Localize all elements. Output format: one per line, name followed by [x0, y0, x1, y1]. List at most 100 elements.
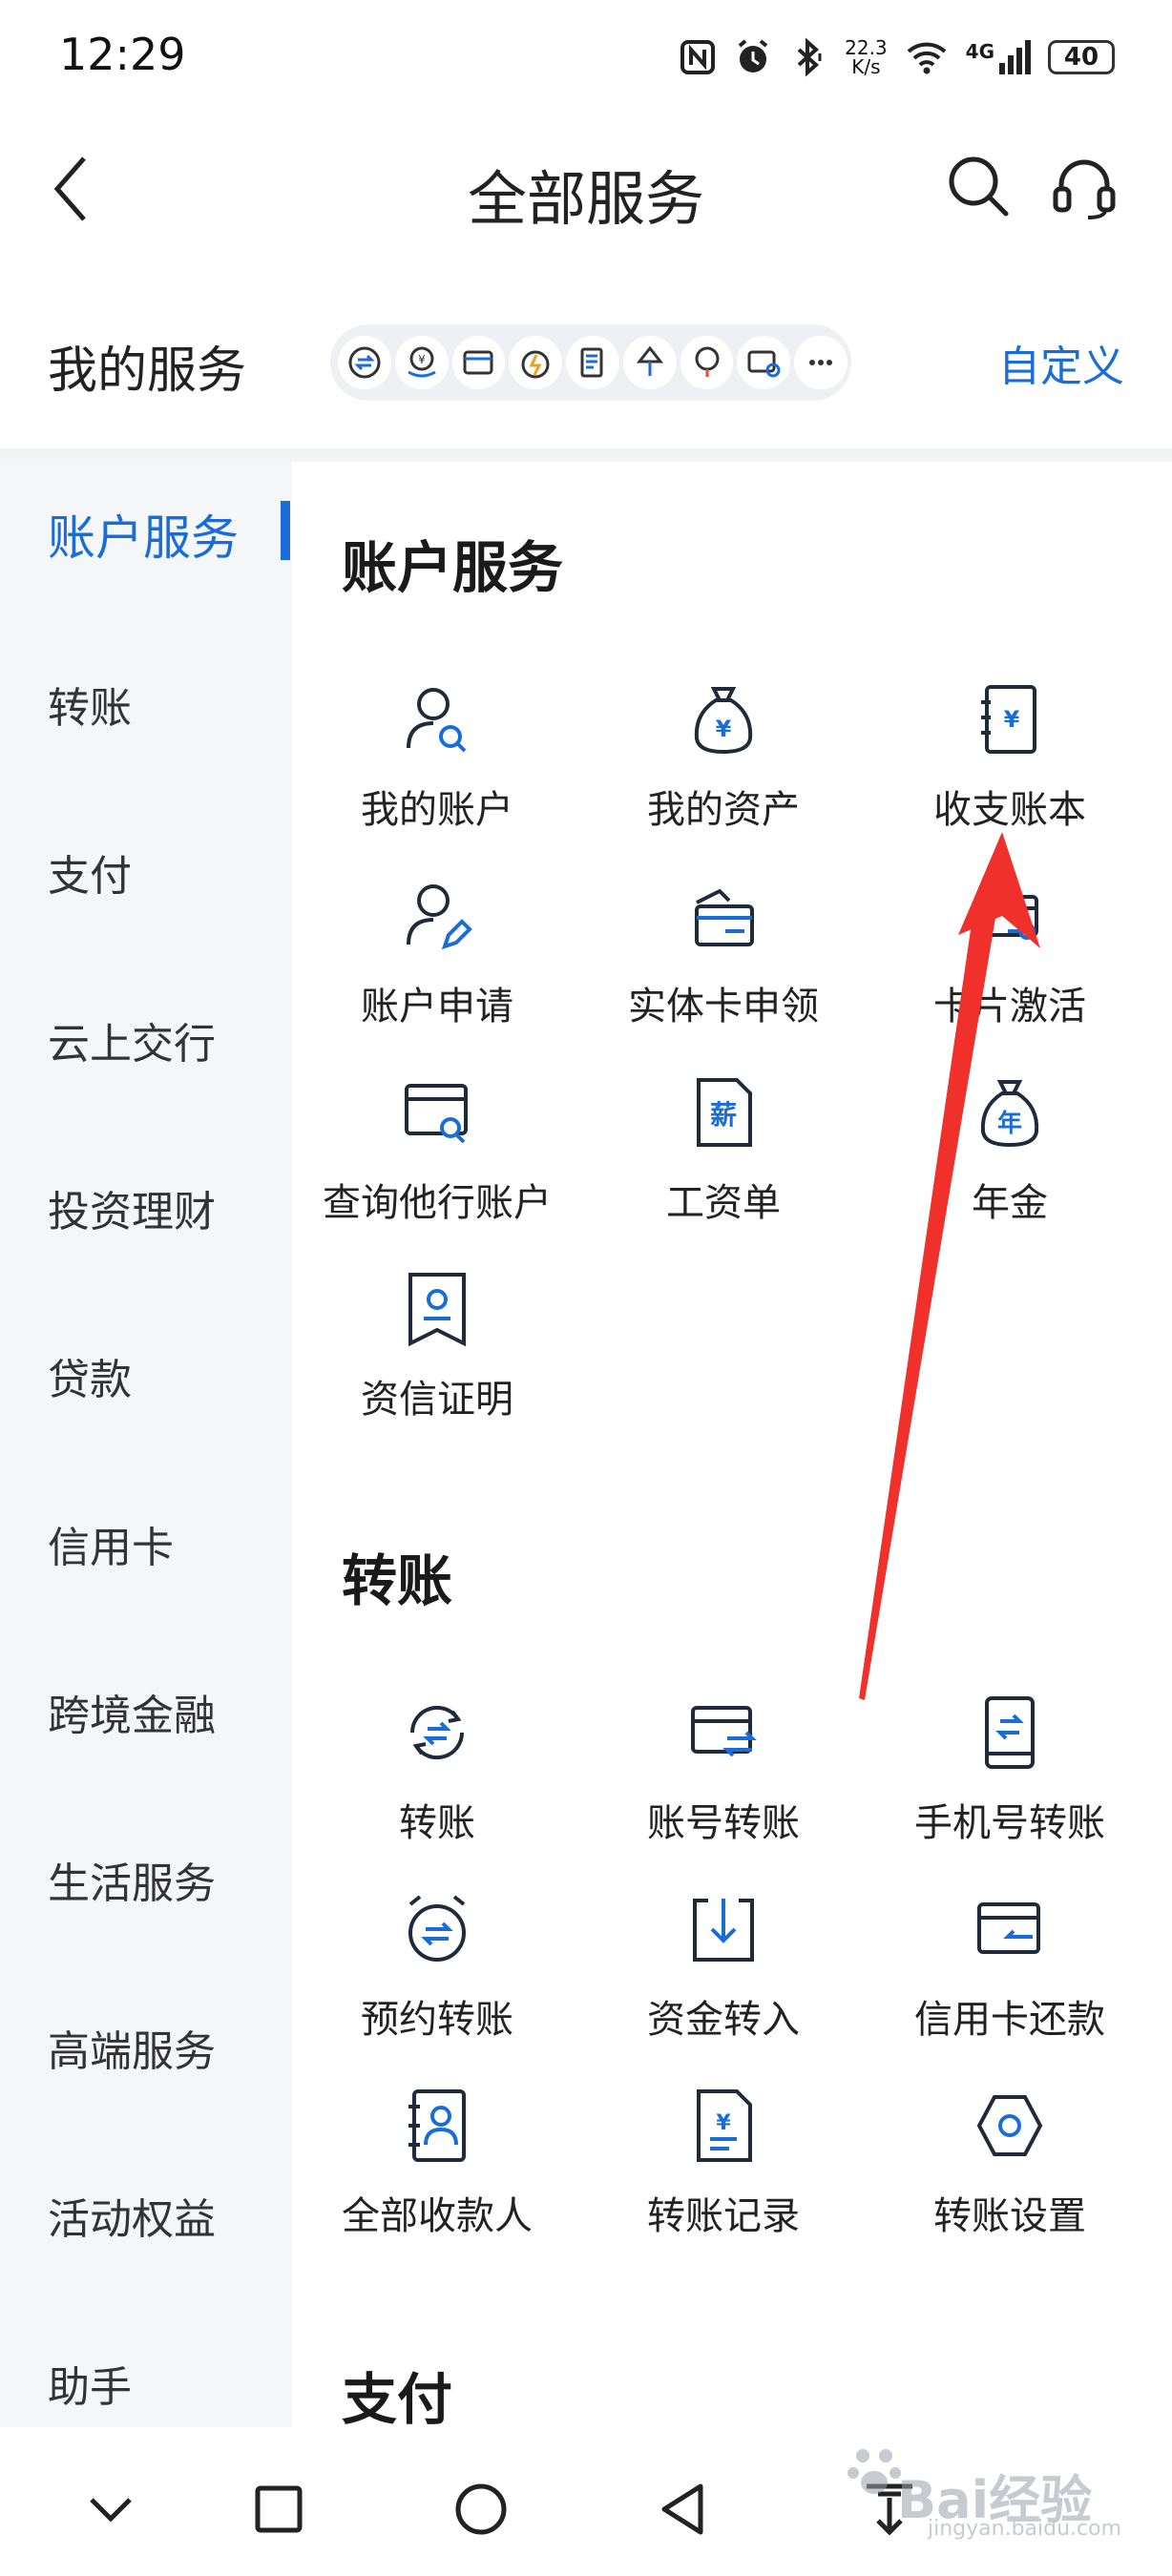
my-services-shortcuts[interactable]: ¥ [330, 324, 851, 401]
cell-signal: 4G [966, 40, 1031, 74]
shortcut-card-icon[interactable] [451, 336, 506, 389]
sidebar-item-payment[interactable]: 支付 [48, 841, 132, 903]
tile-phone-number-transfer[interactable]: 手机号转账 [867, 1694, 1153, 1885]
tile-label: 年金 [972, 1181, 1048, 1225]
shortcut-tree-icon[interactable] [622, 336, 677, 389]
shortcut-card-link-icon[interactable] [737, 336, 791, 389]
sidebar-item-premium[interactable]: 高端服务 [48, 2017, 216, 2078]
tile-credit-certificate[interactable]: 资信证明 [294, 1271, 580, 1462]
tile-label: 预约转账 [361, 1998, 513, 2042]
tile-income-expense-ledger[interactable]: ¥ 收支账本 [867, 681, 1153, 872]
shortcut-balloon-icon[interactable] [680, 336, 734, 389]
svg-text:年: 年 [997, 1109, 1022, 1138]
card-envelope-icon [695, 888, 754, 946]
user-search-icon [407, 688, 467, 753]
baidu-jingyan-watermark: Bai经验 jingyan.baidu.com [840, 2423, 1145, 2547]
nfc-icon [680, 40, 716, 74]
tile-payslip[interactable]: 薪 工资单 [580, 1074, 867, 1265]
shortcut-transfer-icon[interactable] [338, 336, 391, 389]
sidebar-item-transfer[interactable]: 转账 [48, 674, 132, 735]
my-services-label: 我的服务 [48, 343, 247, 400]
customize-button[interactable]: 自定义 [998, 332, 1124, 393]
tile-annuity[interactable]: 年 年金 [867, 1074, 1153, 1265]
tile-transfer-settings[interactable]: 转账设置 [867, 2088, 1153, 2278]
svg-text:¥: ¥ [1004, 706, 1020, 733]
my-services-bar: 我的服务 ¥ 自定义 [0, 286, 1172, 439]
tile-label: 转账 [399, 1801, 475, 1845]
tile-transfer[interactable]: 转账 [294, 1694, 580, 1885]
tile-transfer-records[interactable]: ¥ 转账记录 [580, 2088, 867, 2278]
tile-all-payees[interactable]: 全部收款人 [294, 2088, 580, 2278]
annuity-bag-icon: 年 [980, 1080, 1039, 1148]
network-type: 4G [965, 40, 994, 63]
signal-bar [999, 63, 1005, 74]
tile-label: 我的资产 [647, 788, 800, 832]
customer-service-icon[interactable] [1050, 153, 1119, 221]
recent-apps-icon[interactable] [241, 2471, 317, 2547]
tile-physical-card-request[interactable]: 实体卡申领 [580, 878, 867, 1069]
tile-funds-transfer-in[interactable]: 资金转入 [580, 1891, 867, 2082]
tile-label: 全部收款人 [342, 2194, 533, 2238]
tile-label: 账号转账 [647, 1801, 800, 1845]
section-title: 转账 [342, 1548, 453, 1613]
tile-my-account[interactable]: 我的账户 [294, 681, 580, 872]
alarm-icon [738, 39, 768, 73]
back-triangle-icon[interactable] [645, 2471, 722, 2547]
signal-bar [1008, 55, 1014, 74]
sidebar-item-loans[interactable]: 贷款 [48, 1345, 132, 1406]
phone-transfer-icon [985, 1696, 1035, 1769]
sidebar-item-rewards[interactable]: 活动权益 [48, 2185, 216, 2246]
sidebar-item-life-services[interactable]: 生活服务 [48, 1849, 216, 1910]
sidebar-item-investment[interactable]: 投资理财 [48, 1177, 216, 1238]
tile-account-number-transfer[interactable]: 账号转账 [580, 1694, 867, 1885]
sidebar-item-credit-card[interactable]: 信用卡 [48, 1513, 174, 1574]
tile-label: 手机号转账 [914, 1801, 1105, 1845]
payslip-icon: 薪 [697, 1078, 752, 1147]
card-transfer-icon [691, 1706, 757, 1757]
tile-my-assets[interactable]: ¥ 我的资产 [580, 681, 867, 872]
signal-bar [1016, 48, 1022, 74]
money-bag-icon: ¥ [694, 687, 753, 755]
signal-bar [1025, 40, 1031, 74]
battery-indicator: 40 [1048, 40, 1115, 74]
sidebar-item-cross-border[interactable]: 跨境金融 [48, 1681, 216, 1742]
card-key-icon [979, 895, 1038, 940]
tile-scheduled-transfer[interactable]: 预约转账 [294, 1891, 580, 2082]
tile-label: 实体卡申领 [628, 985, 819, 1028]
sidebar-item-assistant[interactable]: 助手 [48, 2353, 132, 2414]
tile-query-other-bank-account[interactable]: 查询他行账户 [294, 1074, 580, 1265]
shortcut-statement-icon[interactable] [566, 336, 619, 389]
tile-label: 资金转入 [647, 1998, 800, 2042]
network-speed: 22.3 K/s [845, 38, 888, 76]
tile-label: 收支账本 [933, 788, 1086, 832]
tile-account-application[interactable]: 账户申请 [294, 878, 580, 1069]
tile-label: 资信证明 [361, 1378, 513, 1422]
category-sidebar: 账户服务 转账 支付 云上交行 投资理财 贷款 信用卡 跨境金融 生活服务 高端… [0, 462, 292, 2427]
watermark-url: jingyan.baidu.com [928, 2517, 1122, 2541]
sidebar-item-cloud-bocom[interactable]: 云上交行 [48, 1009, 216, 1070]
tile-label: 信用卡还款 [914, 1998, 1105, 2042]
svg-text:¥: ¥ [418, 353, 426, 366]
contacts-icon [408, 2089, 466, 2162]
tile-credit-card-repayment[interactable]: 信用卡还款 [867, 1891, 1153, 2082]
nav-bar: 全部服务 [0, 114, 1172, 258]
tile-card-activation[interactable]: 卡片激活 [867, 878, 1153, 1069]
more-icon[interactable] [794, 336, 848, 389]
svg-text:¥: ¥ [716, 716, 732, 742]
svg-text:¥: ¥ [716, 2111, 731, 2135]
active-indicator [281, 501, 290, 560]
search-icon[interactable] [945, 153, 1012, 219]
chevron-down-icon[interactable] [73, 2471, 149, 2547]
bluetooth-icon [797, 37, 822, 77]
tile-label: 卡片激活 [933, 985, 1086, 1028]
shortcut-wealth-icon[interactable]: ¥ [394, 336, 449, 389]
shortcut-bill-icon[interactable] [509, 336, 563, 389]
tile-label: 查询他行账户 [323, 1181, 552, 1225]
sidebar-item-account-services[interactable]: 账户服务 [48, 500, 239, 569]
tile-label: 转账设置 [933, 2194, 1086, 2238]
section-title: 支付 [342, 2367, 453, 2432]
home-icon[interactable] [443, 2471, 519, 2547]
svg-text:薪: 薪 [710, 1099, 737, 1131]
certificate-icon [408, 1273, 466, 1347]
section-title: 账户服务 [342, 535, 564, 600]
